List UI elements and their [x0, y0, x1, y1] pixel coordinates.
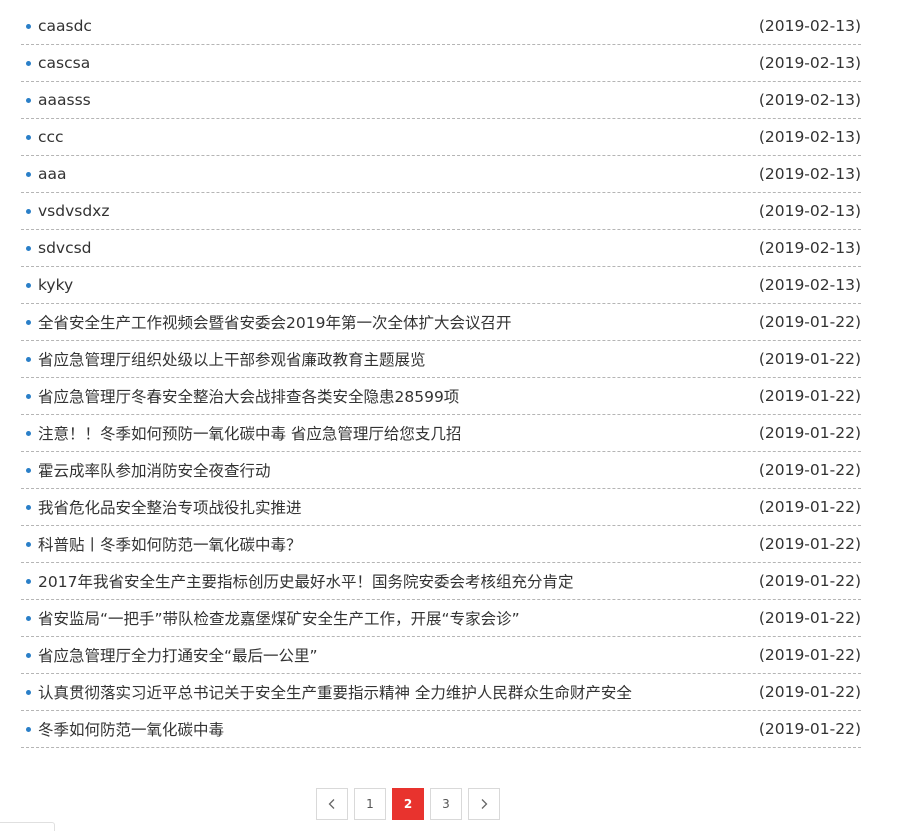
news-date: (2019-01-22) [758, 313, 861, 331]
news-date: (2019-02-13) [758, 276, 861, 294]
news-date: (2019-02-13) [758, 54, 861, 72]
bullet-icon [26, 23, 31, 29]
bullet-icon [26, 393, 31, 399]
news-date: (2019-01-22) [758, 350, 861, 368]
news-item[interactable]: 省应急管理厅组织处级以上干部参观省廉政教育主题展览 (2019-01-22) [21, 341, 861, 378]
news-title[interactable]: cascsa [38, 54, 90, 72]
news-item[interactable]: kyky (2019-02-13) [21, 267, 861, 304]
page-button-2[interactable]: 2 [392, 788, 424, 820]
news-item[interactable]: 霍云成率队参加消防安全夜查行动 (2019-01-22) [21, 452, 861, 489]
news-item[interactable]: 注意！！冬季如何预防一氧化碳中毒 省应急管理厅给您支几招 (2019-01-22) [21, 415, 861, 452]
news-item[interactable]: vsdvsdxz (2019-02-13) [21, 193, 861, 230]
news-title[interactable]: 2017年我省安全生产主要指标创历史最好水平！国务院安委会考核组充分肯定 [38, 570, 573, 592]
news-title[interactable]: aaasss [38, 91, 91, 109]
news-item[interactable]: 省安监局“一把手”带队检查龙嘉堡煤矿安全生产工作，开展“专家会诊” (2019-0… [21, 600, 861, 637]
news-item[interactable]: ccc (2019-02-13) [21, 119, 861, 156]
news-item[interactable]: sdvcsd (2019-02-13) [21, 230, 861, 267]
news-title[interactable]: 冬季如何防范一氧化碳中毒 [38, 718, 224, 740]
bullet-icon [26, 97, 31, 103]
news-title[interactable]: 省应急管理厅组织处级以上干部参观省廉政教育主题展览 [38, 348, 426, 370]
news-item[interactable]: 冬季如何防范一氧化碳中毒 (2019-01-22) [21, 711, 861, 748]
news-date: (2019-02-13) [758, 165, 861, 183]
news-title[interactable]: 认真贯彻落实习近平总书记关于安全生产重要指示精神 全力维护人民群众生命财产安全 [38, 681, 632, 703]
news-title[interactable]: 全省安全生产工作视频会暨省安委会2019年第一次全体扩大会议召开 [38, 311, 511, 333]
news-title[interactable]: ccc [38, 128, 64, 146]
news-date: (2019-01-22) [758, 683, 861, 701]
news-title[interactable]: sdvcsd [38, 239, 92, 257]
chevron-right-icon [481, 799, 488, 809]
bullet-icon [26, 615, 31, 621]
news-date: (2019-01-22) [758, 498, 861, 516]
news-title[interactable]: vsdvsdxz [38, 202, 109, 220]
news-title[interactable]: 省应急管理厅冬春安全整治大会战排查各类安全隐患28599项 [38, 385, 459, 407]
news-date: (2019-02-13) [758, 202, 861, 220]
news-item[interactable]: aaasss (2019-02-13) [21, 82, 861, 119]
news-title[interactable]: caasdc [38, 17, 92, 35]
bullet-icon [26, 208, 31, 214]
news-date: (2019-01-22) [758, 646, 861, 664]
news-date: (2019-01-22) [758, 720, 861, 738]
bullet-icon [26, 578, 31, 584]
news-title[interactable]: 省安监局“一把手”带队检查龙嘉堡煤矿安全生产工作，开展“专家会诊” [38, 607, 520, 629]
news-date: (2019-02-13) [758, 91, 861, 109]
news-item[interactable]: 我省危化品安全整治专项战役扎实推进 (2019-01-22) [21, 489, 861, 526]
bullet-icon [26, 430, 31, 436]
news-date: (2019-01-22) [758, 535, 861, 553]
chevron-left-icon [328, 799, 335, 809]
footer-edge [0, 822, 55, 831]
news-title[interactable]: 科普贴丨冬季如何防范一氧化碳中毒？ [38, 533, 302, 555]
news-title[interactable]: aaa [38, 165, 67, 183]
news-item[interactable]: cascsa (2019-02-13) [21, 45, 861, 82]
news-date: (2019-01-22) [758, 609, 861, 627]
bullet-icon [26, 282, 31, 288]
news-date: (2019-01-22) [758, 461, 861, 479]
news-title[interactable]: 省应急管理厅全力打通安全“最后一公里” [38, 644, 318, 666]
bullet-icon [26, 467, 31, 473]
news-item[interactable]: 认真贯彻落实习近平总书记关于安全生产重要指示精神 全力维护人民群众生命财产安全 (… [21, 674, 861, 711]
bullet-icon [26, 245, 31, 251]
news-item[interactable]: 省应急管理厅全力打通安全“最后一公里” (2019-01-22) [21, 637, 861, 674]
prev-page-button[interactable] [316, 788, 348, 820]
bullet-icon [26, 652, 31, 658]
news-list: caasdc (2019-02-13) cascsa (2019-02-13) aa… [21, 8, 861, 748]
news-item[interactable]: 全省安全生产工作视频会暨省安委会2019年第一次全体扩大会议召开 (2019-01… [21, 304, 861, 341]
page-button-3[interactable]: 3 [430, 788, 462, 820]
news-date: (2019-02-13) [758, 17, 861, 35]
bullet-icon [26, 726, 31, 732]
news-date: (2019-01-22) [758, 572, 861, 590]
news-item[interactable]: caasdc (2019-02-13) [21, 8, 861, 45]
bullet-icon [26, 541, 31, 547]
news-item[interactable]: 2017年我省安全生产主要指标创历史最好水平！国务院安委会考核组充分肯定 (201… [21, 563, 861, 600]
news-date: (2019-01-22) [758, 424, 861, 442]
next-page-button[interactable] [468, 788, 500, 820]
page-button-1[interactable]: 1 [354, 788, 386, 820]
news-title[interactable]: 我省危化品安全整治专项战役扎实推进 [38, 496, 302, 518]
bullet-icon [26, 356, 31, 362]
bullet-icon [26, 60, 31, 66]
news-title[interactable]: 霍云成率队参加消防安全夜查行动 [38, 459, 271, 481]
news-item[interactable]: 省应急管理厅冬春安全整治大会战排查各类安全隐患28599项 (2019-01-22… [21, 378, 861, 415]
pagination: 1 2 3 [316, 788, 500, 820]
bullet-icon [26, 689, 31, 695]
news-title[interactable]: 注意！！冬季如何预防一氧化碳中毒 省应急管理厅给您支几招 [38, 422, 461, 444]
news-title[interactable]: kyky [38, 276, 73, 294]
news-item[interactable]: aaa (2019-02-13) [21, 156, 861, 193]
news-date: (2019-02-13) [758, 128, 861, 146]
news-date: (2019-01-22) [758, 387, 861, 405]
bullet-icon [26, 134, 31, 140]
bullet-icon [26, 319, 31, 325]
news-date: (2019-02-13) [758, 239, 861, 257]
bullet-icon [26, 171, 31, 177]
news-item[interactable]: 科普贴丨冬季如何防范一氧化碳中毒？ (2019-01-22) [21, 526, 861, 563]
bullet-icon [26, 504, 31, 510]
